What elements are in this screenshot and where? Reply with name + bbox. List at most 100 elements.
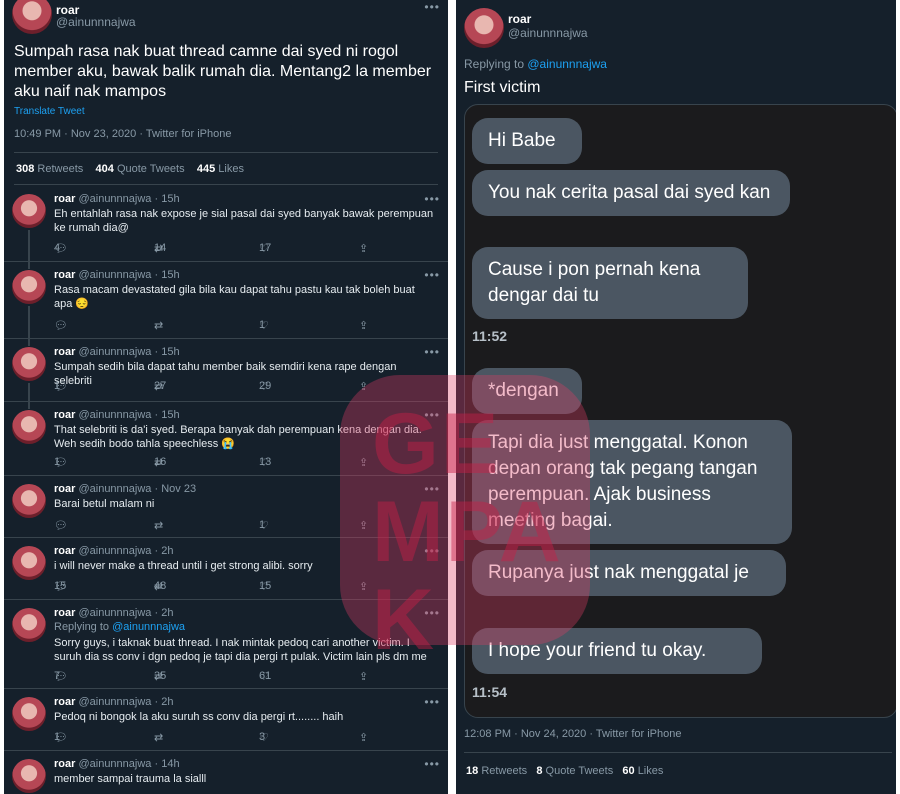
- retweets-count[interactable]: 308: [16, 163, 34, 175]
- reply-handle[interactable]: @ainunnnajwa: [78, 193, 151, 205]
- likes-label[interactable]: Likes: [218, 163, 244, 175]
- author-handle[interactable]: @ainunnnajwa: [56, 15, 136, 29]
- tweet-timestamp: 10:49 PM · Nov 23, 2020 · Twitter for iP…: [14, 128, 232, 140]
- reply-header: roar @ainunnnajwa · 15h: [54, 269, 180, 281]
- reply-avatar[interactable]: [12, 759, 46, 793]
- reply-text: Sumpah sedih bila dapat tahu member baik…: [54, 361, 397, 387]
- reply-count: 7: [54, 670, 61, 682]
- reply-avatar[interactable]: [12, 194, 46, 228]
- reply-handle[interactable]: @ainunnnajwa: [78, 607, 151, 619]
- retweets-label[interactable]: Retweets: [37, 163, 83, 175]
- likes-label[interactable]: Likes: [638, 765, 664, 777]
- reply-tweet[interactable]: roar @ainunnnajwa · 2h ••• Pedoq ni bongo…: [4, 689, 448, 751]
- author-avatar[interactable]: [12, 0, 52, 34]
- reply-handle[interactable]: @ainunnnajwa: [78, 346, 151, 358]
- reply-tweet[interactable]: roar @ainunnnajwa · 15h ••• Rasa macam de…: [4, 262, 448, 346]
- reply-author-name[interactable]: roar: [54, 758, 75, 770]
- retweet-icon: ⇄: [154, 520, 164, 532]
- replying-to-prefix: Replying to: [54, 621, 113, 633]
- reply-tweet[interactable]: roar @ainunnnajwa · 15h ••• Sumpah sedih …: [4, 339, 448, 409]
- reply-text: Pedoq ni bongok la aku suruh ss conv dia…: [54, 711, 344, 723]
- retweet-count: 14: [154, 242, 167, 254]
- reply-dot: ·: [154, 193, 159, 205]
- likes-count[interactable]: 60: [622, 765, 634, 777]
- chat-time: 11:54: [472, 684, 508, 700]
- reply-handle[interactable]: @ainunnnajwa: [78, 545, 151, 557]
- reply-avatar[interactable]: [12, 608, 46, 642]
- reply-author-name[interactable]: roar: [54, 696, 75, 708]
- reply-time[interactable]: 2h: [161, 607, 173, 619]
- reply-time[interactable]: 15h: [161, 346, 179, 358]
- reply-time[interactable]: 15h: [161, 409, 179, 421]
- reply-handle[interactable]: @ainunnnajwa: [78, 409, 151, 421]
- translate-link[interactable]: Translate Tweet: [14, 106, 85, 117]
- reply-time[interactable]: Nov 23: [161, 483, 196, 495]
- reply-time[interactable]: 14h: [161, 758, 179, 770]
- retweets-count[interactable]: 18: [466, 765, 478, 777]
- more-icon[interactable]: •••: [424, 268, 440, 282]
- reply-time[interactable]: 2h: [161, 696, 173, 708]
- more-icon[interactable]: •••: [424, 695, 440, 709]
- quotes-label[interactable]: Quote Tweets: [546, 765, 614, 777]
- author-handle[interactable]: @ainunnnajwa: [508, 26, 588, 40]
- share-icon[interactable]: ⇪: [359, 580, 368, 593]
- retweet-count: 27: [154, 380, 167, 392]
- quotes-label[interactable]: Quote Tweets: [117, 163, 185, 175]
- share-icon[interactable]: ⇪: [359, 519, 368, 532]
- reply-avatar[interactable]: [12, 270, 46, 304]
- reply-author-name[interactable]: roar: [54, 269, 75, 281]
- more-icon[interactable]: •••: [424, 0, 440, 14]
- more-icon[interactable]: •••: [424, 345, 440, 359]
- chat-time: 11:52: [472, 328, 508, 344]
- reply-tweet[interactable]: roar @ainunnnajwa · 15h ••• Eh entahlah r…: [4, 186, 448, 269]
- quotes-count[interactable]: 404: [96, 163, 114, 175]
- like-count: 13: [259, 456, 272, 468]
- replying-to-handle[interactable]: @ainunnnajwa: [112, 621, 185, 633]
- author-name[interactable]: roar: [508, 12, 531, 26]
- share-icon[interactable]: ⇪: [359, 319, 368, 332]
- like-count: 61: [259, 670, 272, 682]
- share-icon[interactable]: ⇪: [359, 670, 368, 683]
- tweet-stats: 18 Retweets 8 Quote Tweets 60 Likes: [466, 765, 663, 777]
- reply-author-name[interactable]: roar: [54, 346, 75, 358]
- reply-text: Eh entahlah rasa nak expose je sial pasa…: [54, 208, 434, 234]
- like-count: 29: [259, 380, 272, 392]
- reply-dot: ·: [154, 607, 159, 619]
- chat-bubble: Cause i pon pernah kena dengar dai tu: [472, 247, 748, 319]
- share-icon[interactable]: ⇪: [359, 242, 368, 255]
- reply-handle[interactable]: @ainunnnajwa: [78, 696, 151, 708]
- share-icon[interactable]: ⇪: [359, 380, 368, 393]
- retweets-label[interactable]: Retweets: [481, 765, 527, 777]
- reply-time[interactable]: 15h: [161, 193, 179, 205]
- reply-tweet[interactable]: roar @ainunnnajwa · 14h ••• member sampai…: [4, 751, 448, 794]
- reply-time[interactable]: 15h: [161, 269, 179, 281]
- reply-author-name[interactable]: roar: [54, 193, 75, 205]
- more-icon[interactable]: •••: [424, 757, 440, 771]
- quotes-count[interactable]: 8: [536, 765, 542, 777]
- reply-avatar[interactable]: [12, 484, 46, 518]
- reply-dot: ·: [154, 483, 159, 495]
- reply-handle[interactable]: @ainunnnajwa: [78, 269, 151, 281]
- reply-count: 1: [54, 456, 61, 468]
- reply-avatar[interactable]: [12, 347, 46, 381]
- reply-author-name[interactable]: roar: [54, 483, 75, 495]
- replying-to-handle[interactable]: @ainunnnajwa: [527, 57, 607, 71]
- reply-dot: ·: [154, 696, 159, 708]
- reply-avatar[interactable]: [12, 410, 46, 444]
- likes-count[interactable]: 445: [197, 163, 215, 175]
- share-icon[interactable]: ⇪: [359, 731, 368, 744]
- author-avatar[interactable]: [464, 8, 504, 48]
- reply-handle[interactable]: @ainunnnajwa: [78, 483, 151, 495]
- reply-avatar[interactable]: [12, 546, 46, 580]
- reply-dot: ·: [154, 545, 159, 557]
- reply-author-name[interactable]: roar: [54, 409, 75, 421]
- reply-author-name[interactable]: roar: [54, 607, 75, 619]
- reply-avatar[interactable]: [12, 697, 46, 731]
- more-icon[interactable]: •••: [424, 192, 440, 206]
- retweet-count: 48: [154, 580, 167, 592]
- reply-time[interactable]: 2h: [161, 545, 173, 557]
- reply-author-name[interactable]: roar: [54, 545, 75, 557]
- share-icon[interactable]: ⇪: [359, 456, 368, 469]
- reply-handle[interactable]: @ainunnnajwa: [78, 758, 151, 770]
- reply-count: 4: [54, 242, 61, 254]
